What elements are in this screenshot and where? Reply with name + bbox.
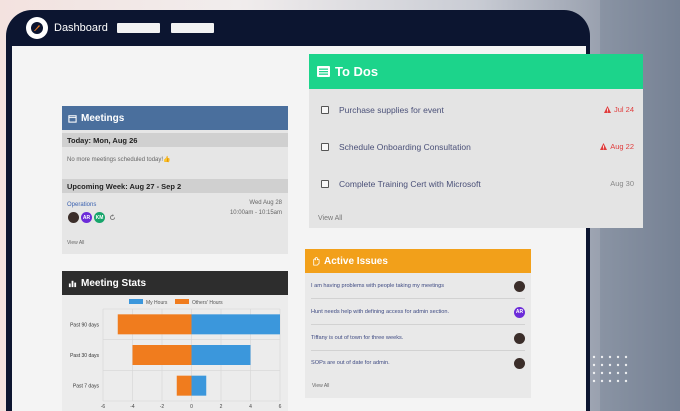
bar — [117, 314, 192, 335]
tick-label: 4 — [249, 404, 252, 410]
category-label: Past 90 days — [70, 322, 99, 328]
todo-due: Aug 22 — [600, 142, 634, 151]
todo-text[interactable]: Complete Training Cert with Microsoft — [339, 179, 481, 189]
tick-label: 0 — [190, 404, 193, 410]
active-issues-panel: Active Issues I am having problems with … — [305, 249, 531, 398]
divider — [311, 324, 525, 325]
tick-label: 6 — [279, 404, 282, 410]
issue-item[interactable]: Tiffany is out of town for three weeks. — [311, 331, 525, 345]
issue-item[interactable]: Hunt needs help with defining access for… — [311, 305, 525, 319]
active-issues-title: Active Issues — [324, 255, 388, 267]
active-issues-header: Active Issues — [305, 249, 531, 273]
meeting-item-day: Wed Aug 28 — [249, 200, 282, 206]
tick-label: -4 — [130, 404, 135, 410]
todo-item[interactable]: Complete Training Cert with Microsoft — [321, 177, 481, 191]
meetings-header: Meetings — [62, 106, 288, 130]
issue-avatar — [514, 332, 525, 344]
issue-avatar — [514, 280, 525, 292]
top-bar: Dashboard — [6, 10, 590, 46]
meeting-stats-title: Meeting Stats — [81, 277, 147, 289]
attendee-avatar-km[interactable]: KM — [94, 212, 105, 223]
calendar-icon — [68, 114, 77, 123]
todo-checkbox[interactable] — [321, 180, 329, 188]
nav-item-2[interactable] — [171, 23, 214, 33]
todo-checkbox[interactable] — [321, 106, 329, 114]
attendee-avatar-ar[interactable]: AR — [81, 212, 92, 223]
refresh-icon[interactable] — [109, 214, 116, 221]
tick-label: -6 — [101, 404, 106, 410]
meetings-view-all[interactable]: View All — [67, 240, 84, 246]
meeting-item-time: 10:00am - 10:15am — [229, 210, 282, 216]
nav-item-1[interactable] — [117, 23, 160, 33]
todos-title: To Dos — [335, 64, 379, 79]
meeting-stats-panel: Meeting Stats My Hours Others' Hours Past … — [62, 271, 288, 411]
issue-avatar — [514, 357, 525, 369]
attendee-avatar-photo[interactable] — [68, 212, 79, 223]
list-icon — [317, 66, 330, 77]
tick-label: -2 — [160, 404, 165, 410]
issue-text[interactable]: I am having problems with people taking … — [311, 283, 444, 289]
category-label: Past 7 days — [73, 384, 100, 390]
todos-panel: Purchase supplies for event Jul 24 Sched… — [309, 89, 643, 228]
meeting-stats-chart: My Hours Others' Hours Past 90 days Past 30… — [70, 299, 282, 410]
legend-label: Others' Hours — [192, 300, 223, 306]
meetings-title: Meetings — [81, 112, 125, 124]
issue-avatar: AR — [514, 306, 525, 318]
todo-item[interactable]: Schedule Onboarding Consultation — [321, 140, 471, 154]
warning-icon — [603, 106, 611, 113]
meetings-panel: Meetings Today: Mon, Aug 26 No more meet… — [62, 106, 288, 254]
category-label: Past 30 days — [70, 353, 99, 359]
todo-due-date: Jul 24 — [613, 105, 634, 114]
bar — [191, 375, 207, 396]
logo-icon[interactable] — [26, 17, 48, 39]
todos-view-all[interactable]: View All — [318, 215, 342, 222]
legend-swatch — [129, 299, 143, 304]
todo-text[interactable]: Purchase supplies for event — [339, 105, 444, 115]
issue-item[interactable]: SOPs are out of date for admin. — [311, 356, 525, 370]
bar — [176, 375, 192, 396]
tick-label: 2 — [220, 404, 223, 410]
legend-label: My Hours — [146, 300, 168, 306]
divider — [311, 350, 525, 351]
meeting-item-name[interactable]: Operations — [67, 202, 96, 208]
todo-item[interactable]: Purchase supplies for event — [321, 103, 444, 117]
todos-header: To Dos — [309, 54, 643, 89]
hand-icon — [313, 256, 320, 266]
todo-due: Jul 24 — [603, 105, 634, 114]
brand-title[interactable]: Dashboard — [54, 22, 108, 34]
todo-due: Aug 30 — [610, 179, 634, 188]
upcoming-label: Upcoming Week: Aug 27 - Sep 2 — [62, 179, 288, 193]
today-label: Today: Mon, Aug 26 — [62, 133, 288, 147]
bar — [191, 314, 280, 335]
meeting-stats-header: Meeting Stats — [62, 271, 288, 295]
todo-due-date: Aug 22 — [610, 142, 634, 151]
bar — [191, 345, 251, 365]
bar-chart-icon — [68, 280, 77, 287]
legend-swatch — [175, 299, 189, 304]
todo-due-date: Aug 30 — [610, 179, 634, 188]
warning-icon — [600, 143, 608, 150]
issues-view-all[interactable]: View All — [312, 383, 329, 389]
todo-text[interactable]: Schedule Onboarding Consultation — [339, 142, 471, 152]
divider — [311, 298, 525, 299]
bar — [132, 345, 192, 365]
issue-text[interactable]: Tiffany is out of town for three weeks. — [311, 335, 403, 341]
issue-text[interactable]: SOPs are out of date for admin. — [311, 360, 390, 366]
today-empty-text: No more meetings scheduled today!👍 — [67, 157, 171, 163]
issue-item[interactable]: I am having problems with people taking … — [311, 279, 525, 293]
issue-text[interactable]: Hunt needs help with defining access for… — [311, 309, 449, 315]
todo-checkbox[interactable] — [321, 143, 329, 151]
